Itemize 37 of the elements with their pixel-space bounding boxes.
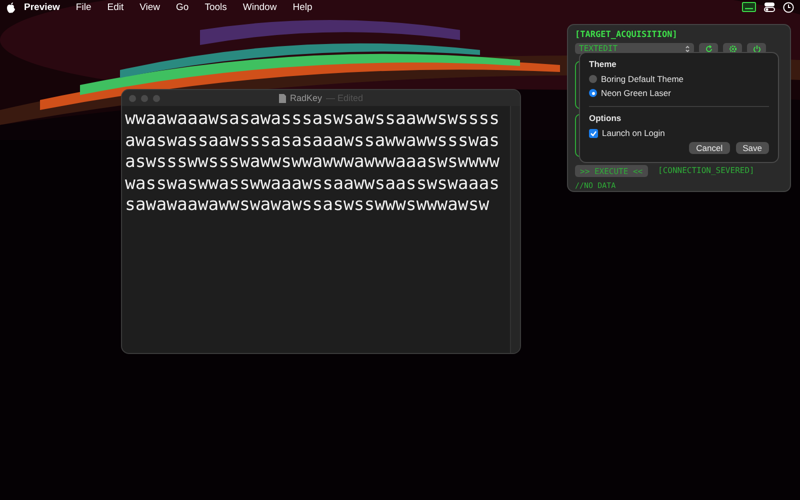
dialog-button[interactable]: Save: [736, 142, 769, 154]
panel-heading: [TARGET_ACQUISITION]: [575, 30, 678, 40]
app-menu[interactable]: Preview: [16, 2, 68, 12]
option-label: Launch on Login: [602, 128, 665, 138]
menu-item[interactable]: Window: [234, 2, 285, 12]
text-line: wasswaswwasswwaaawssaawwsaasswswaaas: [125, 174, 501, 195]
refresh-icon: [704, 44, 712, 52]
option-label: Boring Default Theme: [601, 74, 684, 84]
radio-button[interactable]: [589, 75, 597, 83]
scroll-bar[interactable]: [510, 106, 520, 353]
document-icon: [278, 94, 286, 102]
apple-logo-icon[interactable]: [6, 2, 16, 12]
checkmark-icon: [590, 130, 597, 136]
connection-status: [CONNECTION_SEVERED]: [658, 166, 754, 175]
keyboard-icon[interactable]: [742, 2, 756, 12]
text-line: wwaawaaawsasawasssaswsawssaawwswssss: [125, 109, 501, 130]
menu-item[interactable]: Go: [168, 2, 197, 12]
window-title: RadKey: [290, 93, 322, 103]
chevrons-icon: [685, 44, 690, 52]
menu-item[interactable]: Edit: [99, 2, 132, 12]
checkbox[interactable]: [589, 128, 598, 138]
menu-item[interactable]: View: [132, 2, 168, 12]
text-line: awaswassaawsssasasaaawssawwawwssswas: [125, 130, 501, 152]
text-line: sawawaawawwswawawssaswsswwwswwwawsw: [125, 195, 490, 216]
section-heading: Theme: [589, 59, 618, 69]
menu-item[interactable]: File: [68, 2, 100, 12]
gear-icon: [728, 44, 736, 52]
dialog-button[interactable]: Cancel: [689, 142, 730, 154]
menu-item[interactable]: Help: [284, 2, 320, 12]
option-label: Neon Green Laser: [601, 88, 671, 98]
toggles-icon[interactable]: [764, 2, 775, 12]
power-icon: [752, 44, 760, 52]
radio-button[interactable]: [589, 89, 597, 97]
clock-icon[interactable]: [783, 2, 794, 12]
section-heading: Options: [589, 113, 622, 123]
text-line: aswssswwssswawwswwawwwawwwaaaswswwww: [125, 152, 501, 174]
menu-item[interactable]: Tools: [196, 2, 235, 12]
